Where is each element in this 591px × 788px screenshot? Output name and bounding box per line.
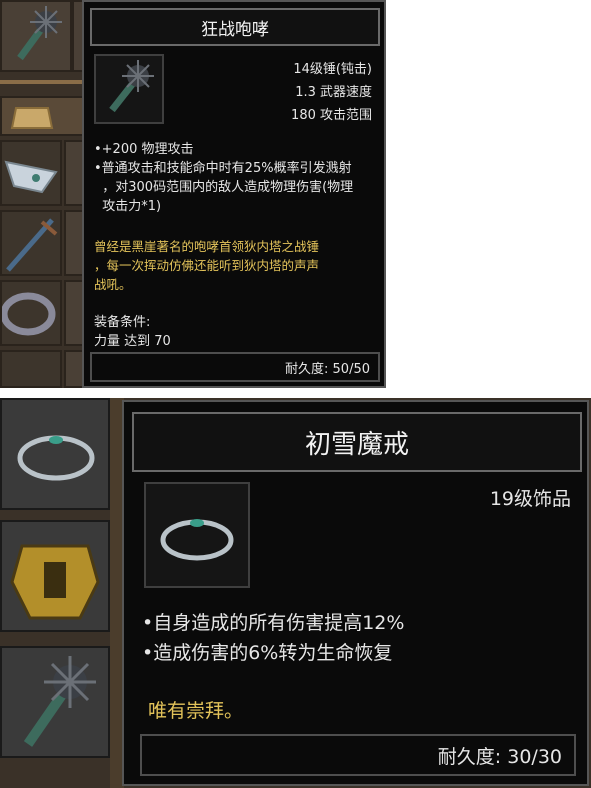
inventory-slot-empty[interactable] — [0, 350, 62, 388]
armor-icon — [10, 544, 100, 620]
inventory-tab-bag[interactable] — [0, 96, 84, 136]
item-icon-frame — [144, 482, 250, 588]
lore-line: 曾经是黑崖著名的咆哮首领狄内塔之战锤 — [94, 239, 320, 254]
inventory-divider — [0, 80, 84, 84]
ring-tooltip: 初雪魔戒 19级饰品 •自身造成的所有伤害提高12% •造成伤害的6%转为生命恢… — [122, 400, 589, 786]
inventory-slot-empty[interactable] — [64, 140, 84, 206]
mace-tooltip: 狂战咆哮 14级锤(钝击) 1.3 武器速度 180 攻击范围 •+200 物理… — [82, 0, 386, 388]
effect-line: 攻击力*1) — [94, 199, 162, 214]
inventory-slot-empty[interactable] — [64, 350, 84, 388]
inventory-slot-ring[interactable] — [0, 398, 110, 510]
mace-icon — [23, 656, 96, 747]
lore-line: ，每一次挥动仿佛还能听到狄内塔的声声 — [94, 258, 320, 273]
item-stat-range: 180 攻击范围 — [291, 108, 372, 123]
sword-icon — [6, 218, 58, 272]
inventory-slot-hat[interactable] — [0, 140, 62, 206]
item-stat-type: 19级饰品 — [489, 488, 571, 510]
inventory-slot-armor[interactable] — [0, 520, 110, 632]
effect-line: •+200 物理攻击 — [94, 142, 194, 157]
item-title: 狂战咆哮 — [201, 19, 269, 40]
item-title-bar: 狂战咆哮 — [90, 8, 380, 46]
item-title-bar: 初雪魔戒 — [132, 412, 582, 472]
inventory-slot-sword[interactable] — [0, 210, 62, 276]
inventory-slot-bracelet[interactable] — [0, 280, 62, 346]
lore-line: 战吼。 — [94, 277, 132, 292]
inventory-slot-mace[interactable] — [0, 646, 110, 758]
inventory-slot-mace[interactable] — [0, 0, 72, 72]
item-title: 初雪魔戒 — [304, 429, 409, 460]
durability-text: 耐久度: 30/30 — [437, 745, 562, 768]
item-stat-type: 14级锤(钝击) — [293, 62, 372, 77]
mace-icon — [109, 60, 154, 113]
effect-line: •自身造成的所有伤害提高12% — [142, 612, 405, 634]
lore-line: 唯有崇拜。 — [148, 700, 244, 722]
mace-inventory-panel: 狂战咆哮 14级锤(钝击) 1.3 武器速度 180 攻击范围 •+200 物理… — [0, 0, 386, 388]
durability-bar: 耐久度: 30/30 — [140, 734, 576, 776]
durability-bar: 耐久度: 50/50 — [90, 352, 380, 382]
bag-icon — [10, 107, 54, 129]
item-icon-frame — [94, 54, 164, 124]
item-stat-speed: 1.3 武器速度 — [295, 85, 372, 100]
requirement-label: 装备条件: — [94, 315, 151, 330]
inventory-slot-empty[interactable] — [64, 280, 84, 346]
requirement-value: 力量 达到 70 — [94, 334, 171, 349]
effect-line: ，对300码范围内的敌人造成物理伤害(物理 — [94, 180, 354, 195]
effect-line: •造成伤害的6%转为生命恢复 — [142, 642, 393, 664]
ring-inventory-panel: 初雪魔戒 19级饰品 •自身造成的所有伤害提高12% •造成伤害的6%转为生命恢… — [0, 398, 591, 788]
bracelet-icon — [0, 292, 56, 336]
durability-text: 耐久度: 50/50 — [285, 361, 370, 377]
effect-line: •普通攻击和技能命中时有25%概率引发溅射 — [94, 161, 352, 176]
mace-icon — [17, 6, 62, 61]
inventory-slot-empty[interactable] — [64, 210, 84, 276]
ring-icon — [17, 435, 95, 481]
hat-icon — [4, 160, 58, 194]
ring-icon — [160, 519, 234, 561]
